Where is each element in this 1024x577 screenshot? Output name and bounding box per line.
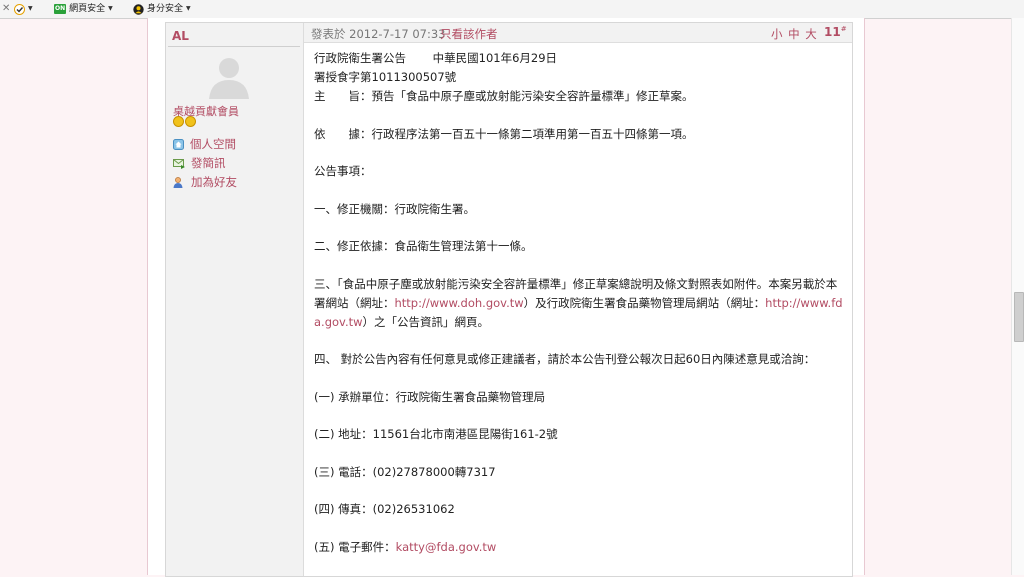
identity-icon	[133, 3, 144, 15]
vertical-scrollbar[interactable]	[1011, 18, 1024, 575]
font-size-links[interactable]: 小 中 大	[771, 26, 818, 42]
identity-security-menu[interactable]: 身分安全 ▼	[133, 0, 191, 18]
rank-stars	[173, 116, 196, 128]
post-timestamp: 發表於 2012-7-17 07:33	[311, 27, 446, 41]
web-security-label: 網頁安全	[69, 4, 106, 14]
author-name[interactable]: AL	[172, 29, 189, 43]
chevron-down-icon: ▼	[108, 5, 113, 12]
author-panel: AL 桌越貢獻會員 個人空間 發簡訊 加為好友	[166, 23, 304, 576]
smiley-icon	[173, 116, 184, 127]
content-line: 四、 對於公告內容有任何意見或修正建議者，請於本公告刊登公報次日起60日內陳述意…	[314, 352, 816, 366]
basis-label: 依 據：	[314, 126, 372, 141]
forum-post: AL 桌越貢獻會員 個人空間 發簡訊 加為好友 發表於 2012-7-17 07…	[165, 22, 853, 577]
message-icon	[173, 158, 185, 169]
home-icon	[173, 138, 184, 150]
chevron-down-icon: ▼	[28, 5, 33, 12]
floor-number-suffix: #	[840, 25, 847, 33]
content-line: 二、修正依據：食品衛生管理法第十一條。	[314, 239, 533, 253]
content-line: (一) 承辦單位：行政院衛生署食品藥物管理局	[314, 389, 546, 404]
content-line: 主 旨：預告「食品中原子塵或放射能污染安全容許量標準」修正草案。	[314, 87, 844, 106]
announcement-issuer: 行政院衛生署公告	[314, 51, 406, 65]
subject-label: 主 旨：	[314, 89, 372, 103]
content-line: 公告事項：	[314, 164, 372, 178]
doh-website-link[interactable]: http://www.doh.gov.tw	[395, 296, 524, 310]
content-line: (四) 傳真：(02)26531062	[314, 502, 455, 516]
browser-toolbar: ✕ ▼ ON 網頁安全 ▼ 身分安全 ▼	[0, 0, 1024, 19]
on-badge-icon: ON	[54, 4, 67, 14]
paragraph-text: ）之「公告資訊」網頁。	[362, 314, 490, 329]
email-label: (五) 電子郵件：	[314, 539, 396, 554]
scrollbar-thumb[interactable]	[1014, 292, 1024, 342]
content-line: (二) 地址：11561台北市南港區昆陽街161-2號	[314, 427, 558, 441]
close-icon[interactable]: ✕	[2, 0, 10, 18]
check-menu-button[interactable]: ▼	[14, 0, 33, 18]
check-icon	[14, 3, 25, 15]
chevron-down-icon: ▼	[186, 5, 191, 12]
author-only-link[interactable]: 只看該作者	[440, 26, 498, 42]
content-paragraph: 三、「食品中原子塵或放射能污染安全容許量標準」修正草案總說明及條文對照表如附件。…	[314, 275, 844, 332]
add-friend-label: 加為好友	[191, 175, 237, 189]
avatar[interactable]	[205, 53, 253, 99]
send-message-label: 發簡訊	[191, 156, 226, 170]
subject-text: 預告「食品中原子塵或放射能污染安全容許量標準」修正草案。	[371, 89, 694, 103]
content-line: 署授食字第1011300507號	[314, 70, 457, 84]
content-line: (五) 電子郵件：katty@fda.gov.tw	[314, 538, 844, 557]
post-header: 發表於 2012-7-17 07:33 只看該作者 小 中 大 11#	[304, 23, 852, 43]
user-icon	[173, 176, 183, 188]
smiley-icon	[185, 116, 196, 127]
content-line: 依 據：行政程序法第一百五十一條第二項準用第一百五十四條第一項。	[314, 125, 844, 144]
divider	[168, 46, 300, 47]
personal-space-link[interactable]: 個人空間	[173, 136, 236, 152]
send-message-link[interactable]: 發簡訊	[173, 155, 226, 171]
announcement-date: 中華民國101年6月29日	[432, 51, 558, 65]
content-line: (三) 電話：(02)27878000轉7317	[314, 464, 496, 479]
content-line: 一、修正機關：行政院衛生署。	[314, 201, 475, 216]
add-friend-link[interactable]: 加為好友	[173, 174, 237, 190]
post-content: 行政院衛生署公告 中華民國101年6月29日 署授食字第1011300507號 …	[314, 49, 844, 557]
close-toolbar-button[interactable]: ✕	[2, 0, 10, 18]
personal-space-label: 個人空間	[190, 137, 236, 151]
web-security-menu[interactable]: ON 網頁安全 ▼	[54, 0, 113, 18]
identity-security-label: 身分安全	[147, 4, 184, 14]
floor-number-value: 11	[824, 25, 841, 39]
basis-text: 行政程序法第一百五十一條第二項準用第一百五十四條第一項。	[371, 126, 694, 141]
content-line: 行政院衛生署公告 中華民國101年6月29日	[314, 49, 844, 68]
floor-number[interactable]: 11#	[824, 25, 847, 39]
paragraph-text: ）及行政院衛生署食品藥物管理局網站（網址：	[523, 295, 766, 310]
email-link[interactable]: katty@fda.gov.tw	[396, 540, 497, 554]
